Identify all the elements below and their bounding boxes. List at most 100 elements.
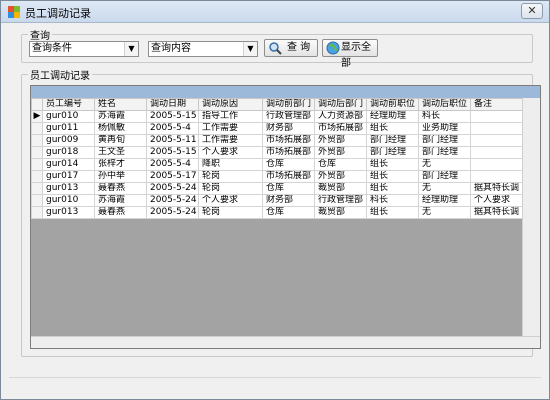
table-cell[interactable]: 仓库: [314, 158, 367, 171]
table-cell[interactable]: 市场拓展部: [262, 134, 315, 147]
table-cell[interactable]: 仓库: [262, 158, 315, 171]
table-cell[interactable]: 2005-5-24: [146, 206, 199, 219]
row-indicator[interactable]: [31, 182, 43, 195]
table-cell[interactable]: 工作需要: [198, 134, 263, 147]
table-cell[interactable]: 苏海霞: [94, 110, 147, 123]
column-header[interactable]: 调动日期: [146, 98, 199, 111]
title-bar[interactable]: 员工调动记录 ✕: [1, 1, 549, 23]
table-cell[interactable]: 2005-5-15: [146, 146, 199, 159]
table-cell[interactable]: 黄再旬: [94, 134, 147, 147]
table-row[interactable]: gur013 聂春燕 2005-5-24 轮岗 仓库 裁贸部 组长无据其特长调: [31, 206, 523, 219]
show-all-button[interactable]: 显示全部: [322, 39, 378, 69]
table-cell[interactable]: 仓库: [262, 182, 315, 195]
table-cell[interactable]: 经理助理: [418, 194, 471, 207]
table-cell[interactable]: 2005-5-15: [146, 110, 199, 123]
row-indicator[interactable]: [31, 170, 43, 183]
table-cell[interactable]: [470, 134, 523, 147]
records-grid[interactable]: 员工编号 姓名 调动日期 调动原因 调动前部门 调动后部门 调动前职位 调动后职位 备注 ▶ gu…: [30, 85, 541, 349]
table-cell[interactable]: gur018: [42, 146, 95, 159]
table-row[interactable]: ▶ gur010 苏海霞 2005-5-15 指导工作 行政管理部 人力资源部 经理助理 科长: [31, 110, 523, 123]
row-indicator[interactable]: ▶: [31, 110, 43, 123]
table-cell[interactable]: 孙中举: [94, 170, 147, 183]
table-cell[interactable]: 财务部: [262, 122, 315, 135]
chevron-down-icon[interactable]: ▼: [243, 42, 257, 56]
table-cell[interactable]: 2005-5-4: [146, 158, 199, 171]
table-cell[interactable]: 科长: [418, 110, 471, 123]
table-cell[interactable]: 2005-5-4: [146, 122, 199, 135]
condition-select[interactable]: 查询条件 ▼: [29, 41, 139, 57]
table-cell[interactable]: 2005-5-24: [146, 194, 199, 207]
query-button[interactable]: 查 询: [264, 39, 318, 57]
table-cell[interactable]: 个人要求: [198, 194, 263, 207]
table-cell[interactable]: 轮岗: [198, 170, 263, 183]
row-indicator[interactable]: [31, 146, 43, 159]
table-cell[interactable]: gur013: [42, 206, 95, 219]
table-cell[interactable]: 轮岗: [198, 206, 263, 219]
table-row[interactable]: gur017 孙中举 2005-5-17 轮岗 市场拓展部 外贸部 组长 部门经理: [31, 170, 523, 183]
table-cell[interactable]: 王文圣: [94, 146, 147, 159]
table-cell[interactable]: [470, 146, 523, 159]
table-cell[interactable]: 外贸部: [314, 170, 367, 183]
table-cell[interactable]: 2005-5-17: [146, 170, 199, 183]
table-cell[interactable]: 指导工作: [198, 110, 263, 123]
table-row[interactable]: gur011 杨佩敏 2005-5-4 工作需要 财务部 市场拓展部 组长 业务助理: [31, 122, 523, 135]
column-header[interactable]: 调动后部门: [314, 98, 367, 111]
table-cell[interactable]: 降职: [198, 158, 263, 171]
table-cell[interactable]: 裁贸部: [314, 182, 367, 195]
row-indicator[interactable]: [31, 134, 43, 147]
table-cell[interactable]: 轮岗: [198, 182, 263, 195]
row-indicator[interactable]: [31, 206, 43, 219]
table-cell[interactable]: [470, 110, 523, 123]
table-cell[interactable]: 张梓才: [94, 158, 147, 171]
table-cell[interactable]: 组长: [366, 122, 419, 135]
table-cell[interactable]: 聂春燕: [94, 206, 147, 219]
table-row[interactable]: gur018 王文圣 2005-5-15 个人要求 市场拓展部 外贸部 部门经理 部门经理: [31, 146, 523, 159]
table-cell[interactable]: 2005-5-24: [146, 182, 199, 195]
table-cell[interactable]: gur017: [42, 170, 95, 183]
vertical-scrollbar[interactable]: [522, 98, 540, 336]
column-header[interactable]: 调动后职位: [418, 98, 471, 111]
table-cell[interactable]: 杨佩敏: [94, 122, 147, 135]
content-select[interactable]: 查询内容 ▼: [148, 41, 258, 57]
table-row[interactable]: gur010 苏海霞 2005-5-24 个人要求 财务部 行政管理部 科长 经理助理 个人要求: [31, 194, 523, 207]
table-cell[interactable]: 科长: [366, 194, 419, 207]
row-indicator[interactable]: [31, 158, 43, 171]
column-header[interactable]: 员工编号: [42, 98, 95, 111]
column-header[interactable]: 备注: [470, 98, 523, 111]
table-cell[interactable]: gur010: [42, 110, 95, 123]
horizontal-scrollbar[interactable]: [31, 336, 540, 348]
table-cell[interactable]: 外贸部: [314, 146, 367, 159]
table-cell[interactable]: 人力资源部: [314, 110, 367, 123]
table-row[interactable]: gur014 张梓才 2005-5-4 降职 仓库 仓库 组长无: [31, 158, 523, 171]
table-cell[interactable]: 组长: [366, 206, 419, 219]
table-cell[interactable]: 2005-5-11: [146, 134, 199, 147]
table-cell[interactable]: 市场拓展部: [314, 122, 367, 135]
table-cell[interactable]: 组长: [366, 182, 419, 195]
table-row[interactable]: gur013 聂春燕 2005-5-24 轮岗 仓库 裁贸部 组长无据其特长调: [31, 182, 523, 195]
table-cell[interactable]: 个人要求: [470, 194, 523, 207]
table-cell[interactable]: 裁贸部: [314, 206, 367, 219]
table-cell[interactable]: 无: [418, 158, 471, 171]
table-cell[interactable]: 个人要求: [198, 146, 263, 159]
table-cell[interactable]: gur009: [42, 134, 95, 147]
table-cell[interactable]: 行政管理部: [314, 194, 367, 207]
table-cell[interactable]: 财务部: [262, 194, 315, 207]
chevron-down-icon[interactable]: ▼: [124, 42, 138, 56]
table-row[interactable]: gur009 黄再旬 2005-5-11 工作需要 市场拓展部 外贸部 部门经理 部门经理: [31, 134, 523, 147]
table-cell[interactable]: 据其特长调: [470, 182, 523, 195]
table-cell[interactable]: 部门经理: [418, 146, 471, 159]
table-cell[interactable]: 工作需要: [198, 122, 263, 135]
table-cell[interactable]: [470, 158, 523, 171]
table-cell[interactable]: 苏海霞: [94, 194, 147, 207]
table-cell[interactable]: 市场拓展部: [262, 146, 315, 159]
row-indicator[interactable]: [31, 122, 43, 135]
table-cell[interactable]: 行政管理部: [262, 110, 315, 123]
table-cell[interactable]: gur010: [42, 194, 95, 207]
table-cell[interactable]: 经理助理: [366, 110, 419, 123]
table-cell[interactable]: 部门经理: [366, 146, 419, 159]
table-cell[interactable]: 组长: [366, 170, 419, 183]
row-indicator[interactable]: [31, 194, 43, 207]
table-cell[interactable]: gur013: [42, 182, 95, 195]
table-cell[interactable]: 市场拓展部: [262, 170, 315, 183]
column-header[interactable]: 调动前职位: [366, 98, 419, 111]
